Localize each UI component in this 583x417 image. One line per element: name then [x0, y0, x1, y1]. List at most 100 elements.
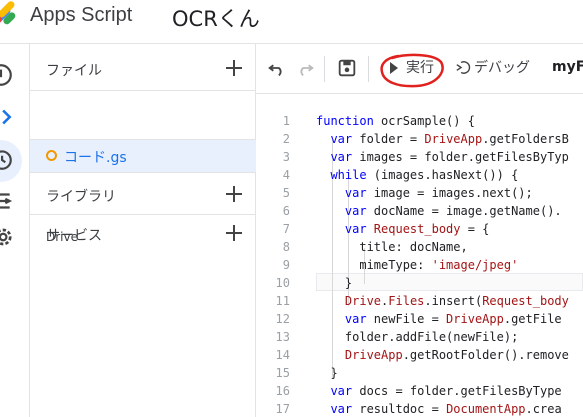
code-token: docName = image.getName(). [373, 204, 562, 218]
code-line: Drive.Files.insert(Request_body [316, 294, 569, 308]
code-token: var [316, 402, 360, 416]
debug-label: デバッグ [474, 60, 530, 76]
rail-triggers[interactable] [0, 146, 14, 176]
code-token: ocrSample() { [381, 114, 475, 128]
line-number: 1 [282, 114, 290, 128]
code-line: } [316, 366, 338, 380]
line-number: 4 [282, 168, 290, 182]
code-token: docs = folder.getFilesByType [359, 384, 562, 398]
code-line: function ocrSample() { [316, 114, 475, 128]
code-token: folder.addFile(newFile); [316, 330, 519, 344]
code-token: .insert( [424, 294, 483, 308]
code-token: var [316, 222, 374, 236]
code-line: var resultdoc = DocumentApp.crea [316, 402, 562, 416]
code-line: var docs = folder.getFilesByType [316, 384, 562, 398]
function-select[interactable]: myFu [552, 59, 583, 75]
redo-icon[interactable] [294, 57, 316, 79]
files-section-header: ファイル [30, 50, 256, 88]
code-line: folder.addFile(newFile); [316, 330, 518, 344]
files-panel: ファイル コード.gs ライブラリ サービス Drive [30, 44, 256, 417]
code-token: var [316, 384, 360, 398]
add-library-plus-icon[interactable] [222, 182, 246, 206]
code-token: while [316, 168, 374, 182]
code-token: 'image/jpeg' [431, 258, 519, 272]
apps-script-logo-icon [0, 1, 16, 27]
libraries-divider [30, 172, 256, 173]
code-token: .getRootFolder().remove [402, 348, 569, 362]
code-token: Request_body [482, 294, 569, 308]
current-line-highlight [316, 273, 583, 291]
rail-settings[interactable] [0, 224, 14, 254]
app-name: Apps Script [30, 4, 133, 26]
code-token: var [316, 186, 374, 200]
line-number: 13 [275, 330, 290, 344]
code-token: DriveApp [424, 132, 483, 146]
libraries-section-header: ライブラリ [30, 176, 256, 214]
files-section-label: ファイル [46, 63, 102, 79]
code-token: = { [460, 222, 490, 236]
line-number: 5 [282, 186, 290, 200]
line-number: 17 [275, 402, 290, 416]
code-token: title: docName, [316, 240, 468, 254]
run-icon [390, 62, 398, 74]
code-line: var images = folder.getFilesByTyp [316, 150, 569, 164]
line-number: 11 [275, 294, 290, 308]
line-number: 6 [282, 204, 290, 218]
code-token: folder = [359, 132, 425, 146]
code-line: mimeType: 'image/jpeg' [316, 258, 518, 272]
line-number: 2 [282, 132, 290, 146]
code-token: function [316, 114, 382, 128]
service-item-drive[interactable]: Drive [46, 230, 78, 244]
code-token: } [316, 276, 353, 290]
top-app-bar: Apps Script OCRくん [0, 0, 583, 44]
code-line: var docName = image.getName(). [316, 204, 562, 218]
code-line: var folder = DriveApp.getFoldersB [316, 132, 569, 146]
rail-executions[interactable] [0, 188, 14, 218]
code-line: var Request_body = { [316, 222, 490, 236]
code-token: resultdoc = [359, 402, 447, 416]
line-number: 14 [275, 348, 290, 362]
line-number: 15 [275, 366, 290, 380]
debug-icon [456, 61, 471, 74]
code-line: var image = images.next(); [316, 186, 533, 200]
code-line: title: docName, [316, 240, 468, 254]
code-token: mimeType: [316, 258, 432, 272]
code-token: Request_body [373, 222, 461, 236]
code-line: while (images.hasNext()) { [316, 168, 518, 182]
code-token: var [316, 204, 374, 218]
project-title[interactable]: OCRくん [172, 3, 260, 33]
code-token: .getFile [503, 312, 562, 326]
line-number: 7 [282, 222, 290, 236]
settings-gear-icon [0, 228, 12, 246]
code-token: DriveApp [446, 312, 504, 326]
save-icon[interactable] [336, 57, 358, 79]
code-token: } [316, 366, 338, 380]
rail-editor[interactable] [0, 104, 14, 134]
code-token: Files [388, 294, 425, 308]
add-service-plus-icon[interactable] [222, 221, 246, 245]
toolbar-separator [324, 56, 325, 82]
code-token: DriveApp [344, 348, 403, 362]
code-token: .getFoldersB [482, 132, 569, 146]
toolbar-separator-2 [368, 56, 369, 82]
files-divider [30, 90, 256, 91]
rail-overview[interactable] [0, 62, 14, 92]
add-file-plus-icon[interactable] [222, 56, 246, 80]
code-token: var [316, 150, 360, 164]
undo-icon[interactable] [266, 57, 288, 79]
code-token: images = folder.getFilesByTyp [359, 150, 569, 164]
line-number: 10 [275, 276, 290, 290]
libraries-label: ライブラリ [46, 189, 116, 205]
code-token: Drive [344, 294, 382, 308]
code-token: (images.hasNext()) { [373, 168, 519, 182]
code-token: DocumentApp [446, 402, 526, 416]
code-editor[interactable]: 1 2 3 4 5 6 7 8 9 10 11 12 13 14 15 16 17 function ocrSa… [256, 94, 583, 417]
code-token: var [316, 132, 360, 146]
run-label: 実行 [406, 60, 434, 76]
line-number: 3 [282, 150, 290, 164]
code-token: .crea [525, 402, 562, 416]
line-number: 12 [275, 312, 290, 326]
line-number: 9 [282, 258, 290, 272]
